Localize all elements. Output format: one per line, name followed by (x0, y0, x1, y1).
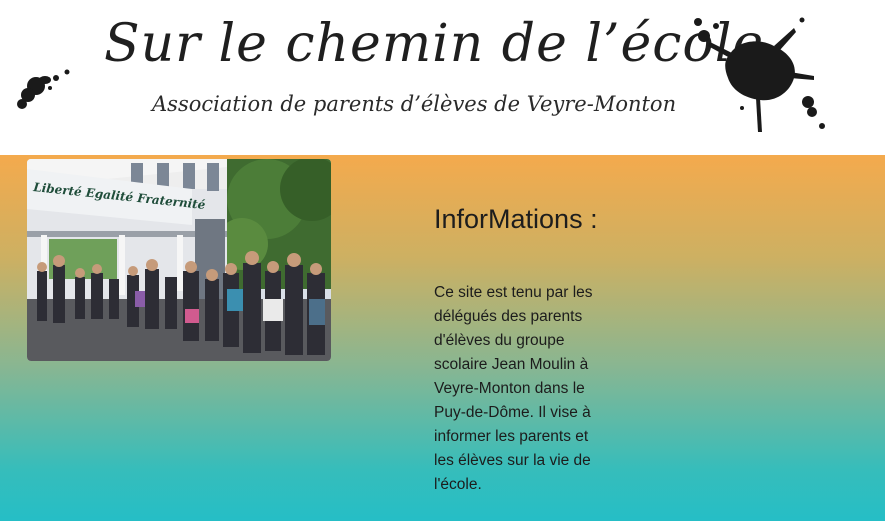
main-content: Liberté Egalité Fraternité InforMations … (0, 155, 885, 521)
ink-splat-left-icon (17, 69, 70, 109)
info-paragraph: Ce site est tenu par les délégués des pa… (434, 284, 593, 493)
site-subtitle: Association de parents d’élèves de Veyre… (152, 92, 677, 116)
ink-splat-right-icon (694, 17, 825, 132)
site-title: Sur le chemin de l’école (104, 14, 765, 74)
info-heading: InforMations : (434, 204, 598, 234)
school-photo: Liberté Egalité Fraternité (27, 159, 331, 361)
site-header: Sur le chemin de l’école Association de … (0, 0, 885, 155)
